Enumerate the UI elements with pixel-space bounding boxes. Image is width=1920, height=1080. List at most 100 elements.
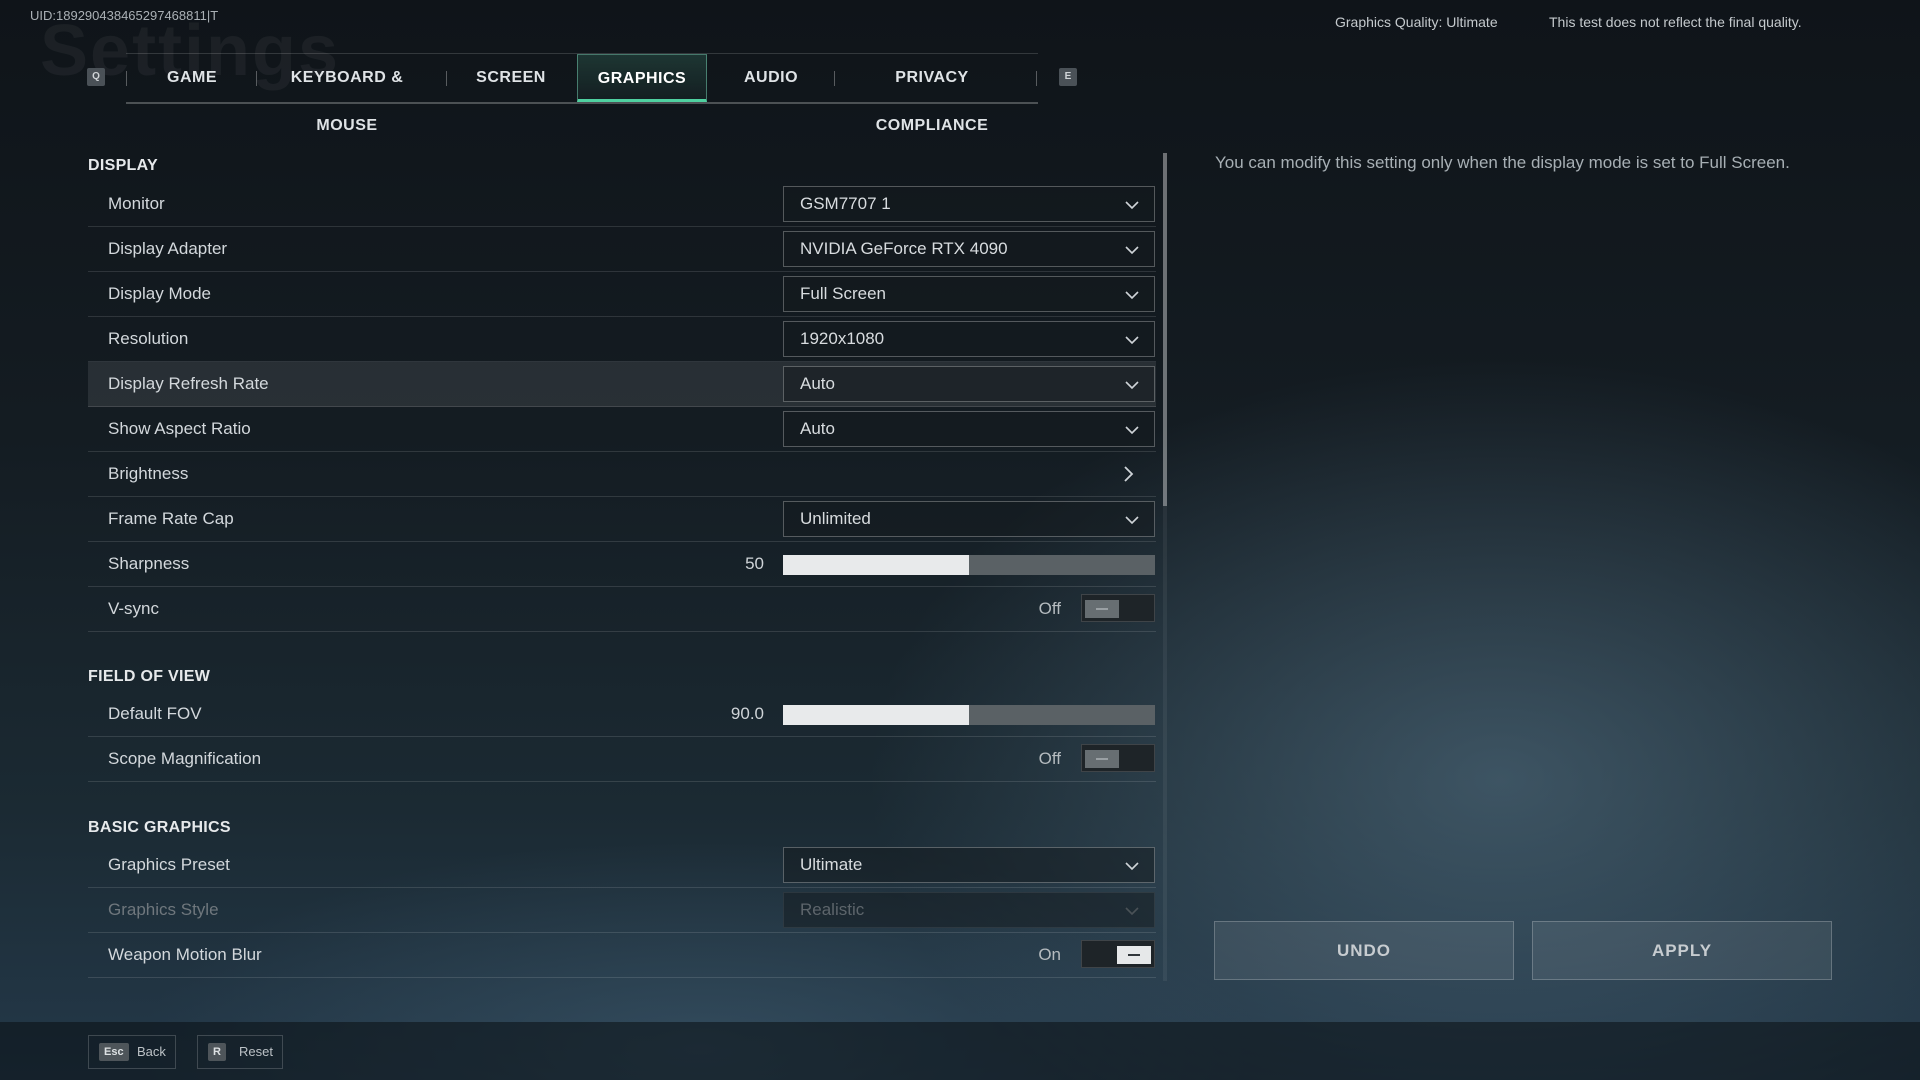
dropdown-value: NVIDIA GeForce RTX 4090 <box>800 239 1008 258</box>
tab-keyboard-mouse[interactable]: KEYBOARD & MOUSE <box>262 54 432 134</box>
setting-sharpness[interactable]: Sharpness 50 <box>88 542 1156 587</box>
r-key: R <box>208 1043 226 1061</box>
graphics-preset-dropdown[interactable]: Ultimate <box>783 847 1155 883</box>
setting-label: Graphics Style <box>108 900 219 919</box>
dropdown-value: 1920x1080 <box>800 329 885 348</box>
toggle-state-label: On <box>1038 945 1061 964</box>
chevron-down-icon <box>1125 907 1139 916</box>
monitor-dropdown[interactable]: GSM7707 1 <box>783 186 1155 222</box>
chevron-down-icon <box>1125 336 1139 345</box>
apply-button[interactable]: APPLY <box>1532 921 1832 980</box>
setting-label: Display Mode <box>108 284 211 303</box>
dropdown-value: Auto <box>800 419 835 438</box>
tab-separator <box>256 71 257 86</box>
tab-separator <box>446 71 447 86</box>
toggle-dash <box>1128 954 1140 956</box>
tab-game[interactable]: GAME <box>142 54 242 102</box>
setting-graphics-preset[interactable]: Graphics Preset Ultimate <box>88 843 1156 888</box>
setting-label: Show Aspect Ratio <box>108 419 251 438</box>
setting-scope-magnification[interactable]: Scope Magnification Off <box>88 737 1156 782</box>
weapon-motion-blur-toggle[interactable] <box>1081 940 1155 968</box>
setting-monitor[interactable]: Monitor GSM7707 1 <box>88 182 1156 227</box>
display-adapter-dropdown[interactable]: NVIDIA GeForce RTX 4090 <box>783 231 1155 267</box>
frame-rate-cap-dropdown[interactable]: Unlimited <box>783 501 1155 537</box>
dropdown-value: GSM7707 1 <box>800 194 891 213</box>
setting-description: You can modify this setting only when th… <box>1215 153 1790 172</box>
dropdown-value: Realistic <box>800 900 865 919</box>
next-tab-key[interactable]: E <box>1059 68 1077 86</box>
setting-display-adapter[interactable]: Display Adapter NVIDIA GeForce RTX 4090 <box>88 227 1156 272</box>
tab-separator <box>1036 71 1037 86</box>
toggle-state-label: Off <box>1038 599 1061 618</box>
scope-magnification-toggle[interactable] <box>1081 744 1155 772</box>
toggle-state-label: Off <box>1038 749 1061 768</box>
chevron-down-icon <box>1125 862 1139 871</box>
setting-weapon-motion-blur[interactable]: Weapon Motion Blur On <box>88 933 1156 978</box>
default-fov-slider[interactable] <box>783 705 1155 725</box>
section-display-heading: DISPLAY <box>88 157 158 174</box>
setting-display-refresh-rate[interactable]: Display Refresh Rate Auto <box>88 362 1156 407</box>
dropdown-value: Full Screen <box>800 284 886 303</box>
chevron-down-icon <box>1125 246 1139 255</box>
undo-button[interactable]: UNDO <box>1214 921 1514 980</box>
tab-screen[interactable]: SCREEN <box>452 54 570 102</box>
reset-label: Reset <box>239 1044 273 1059</box>
setting-label: Weapon Motion Blur <box>108 945 262 964</box>
chevron-down-icon <box>1125 516 1139 525</box>
setting-default-fov[interactable]: Default FOV 90.0 <box>88 692 1156 737</box>
uid-label: UID:189290438465297468811|T <box>30 8 219 23</box>
tab-separator <box>126 71 127 86</box>
section-basic-graphics-heading: BASIC GRAPHICS <box>88 819 231 836</box>
default-fov-value: 90.0 <box>730 704 764 723</box>
scrollbar-thumb[interactable] <box>1163 153 1167 506</box>
slider-fill <box>783 705 969 725</box>
reset-button[interactable]: R Reset <box>197 1035 283 1069</box>
dropdown-value: Auto <box>800 374 835 393</box>
setting-label: Display Adapter <box>108 239 228 258</box>
setting-label: Graphics Preset <box>108 855 230 874</box>
esc-key: Esc <box>99 1043 129 1061</box>
resolution-dropdown[interactable]: 1920x1080 <box>783 321 1155 357</box>
disclaimer-label: This test does not reflect the final qua… <box>1549 14 1802 30</box>
setting-label: Sharpness <box>108 554 190 573</box>
display-refresh-rate-dropdown[interactable]: Auto <box>783 366 1155 402</box>
prev-tab-key[interactable]: Q <box>87 68 105 86</box>
tab-audio[interactable]: AUDIO <box>711 54 831 102</box>
back-button[interactable]: Esc Back <box>88 1035 176 1069</box>
setting-graphics-style: Graphics Style Realistic <box>88 888 1156 933</box>
display-mode-dropdown[interactable]: Full Screen <box>783 276 1155 312</box>
back-label: Back <box>137 1044 166 1059</box>
dropdown-value: Unlimited <box>800 509 871 528</box>
tab-bar: GAME KEYBOARD & MOUSE SCREEN GRAPHICS AU… <box>126 53 1038 134</box>
section-fov-heading: FIELD OF VIEW <box>88 668 211 685</box>
toggle-dash <box>1096 758 1108 760</box>
graphics-style-dropdown: Realistic <box>783 892 1155 928</box>
graphics-quality-label: Graphics Quality: Ultimate <box>1335 14 1498 30</box>
toggle-knob <box>1085 750 1119 768</box>
chevron-down-icon <box>1125 381 1139 390</box>
setting-label: V-sync <box>108 599 160 618</box>
dropdown-value: Ultimate <box>800 855 863 874</box>
sharpness-slider[interactable] <box>783 555 1155 575</box>
setting-brightness[interactable]: Brightness <box>88 452 1156 497</box>
setting-display-mode[interactable]: Display Mode Full Screen <box>88 272 1156 317</box>
setting-label: Scope Magnification <box>108 749 262 768</box>
setting-label: Resolution <box>108 329 189 348</box>
tab-graphics[interactable]: GRAPHICS <box>577 54 707 102</box>
tab-privacy-compliance[interactable]: PRIVACY COMPLIANCE <box>840 54 1024 134</box>
setting-vsync[interactable]: V-sync Off <box>88 587 1156 632</box>
vsync-toggle[interactable] <box>1081 594 1155 622</box>
setting-label: Brightness <box>108 464 189 483</box>
setting-label: Frame Rate Cap <box>108 509 234 528</box>
toggle-knob <box>1117 946 1151 964</box>
toggle-knob <box>1085 600 1119 618</box>
sharpness-value: 50 <box>745 554 764 573</box>
setting-show-aspect-ratio[interactable]: Show Aspect Ratio Auto <box>88 407 1156 452</box>
toggle-dash <box>1096 608 1108 610</box>
show-aspect-ratio-dropdown[interactable]: Auto <box>783 411 1155 447</box>
setting-frame-rate-cap[interactable]: Frame Rate Cap Unlimited <box>88 497 1156 542</box>
chevron-down-icon <box>1125 291 1139 300</box>
chevron-right-icon[interactable] <box>1118 464 1138 484</box>
footer-bar <box>0 1022 1920 1080</box>
setting-resolution[interactable]: Resolution 1920x1080 <box>88 317 1156 362</box>
